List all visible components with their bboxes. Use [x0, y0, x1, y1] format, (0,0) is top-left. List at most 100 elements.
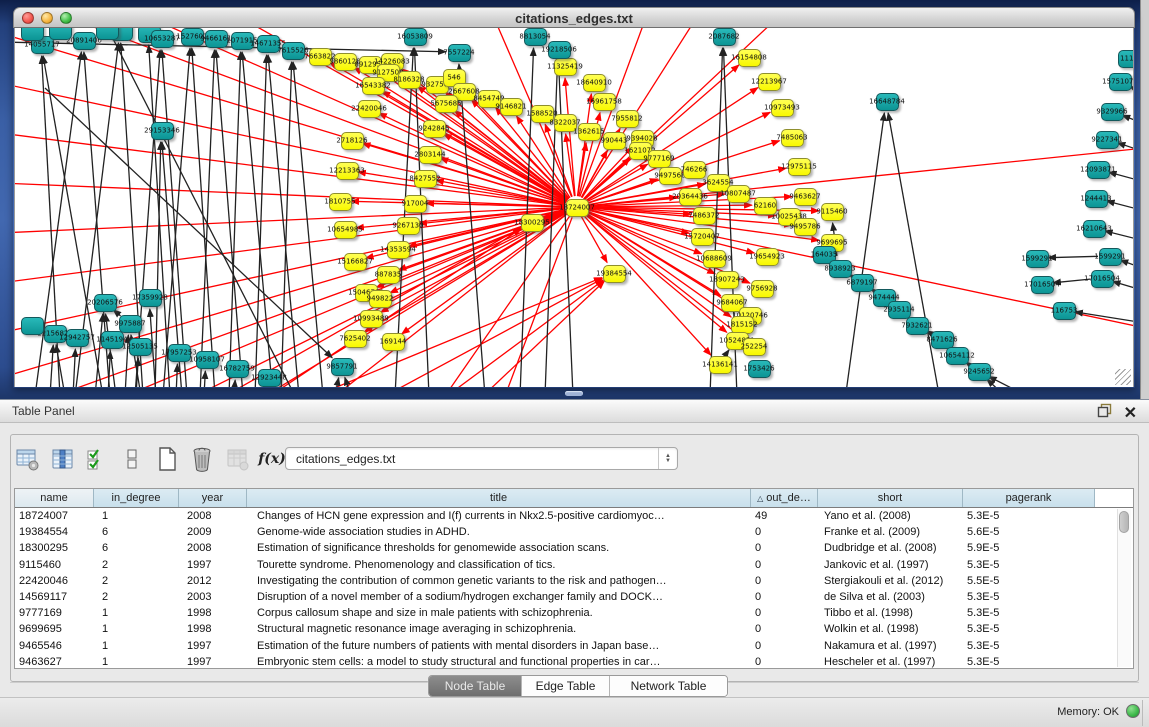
column-header-in_degree[interactable]: in_degree [94, 489, 179, 507]
network-node[interactable]: 18300295 [521, 214, 544, 232]
network-node[interactable]: 12923448 [258, 369, 281, 387]
network-node[interactable]: 7663822 [309, 48, 332, 66]
close-panel-icon[interactable]: ✕ [1124, 406, 1137, 421]
network-node[interactable]: 10958107 [196, 351, 219, 369]
network-node[interactable]: 10653287 [151, 30, 174, 48]
network-node[interactable]: 1753426 [748, 360, 771, 378]
network-node[interactable]: 7615526 [282, 42, 305, 60]
network-node[interactable] [21, 317, 44, 335]
network-node[interactable]: 12505135 [129, 338, 152, 356]
rows-icon[interactable] [119, 446, 145, 472]
network-node[interactable]: 16154808 [738, 49, 761, 67]
network-node[interactable]: 1145194 [101, 331, 124, 349]
column-header-year[interactable]: year [179, 489, 247, 507]
network-node[interactable]: 5675685 [435, 95, 458, 113]
network-node[interactable]: 18640910 [583, 74, 606, 92]
network-node[interactable]: 9857791 [331, 358, 354, 376]
network-node[interactable]: 19654923 [756, 248, 779, 266]
column-header-short[interactable]: short [818, 489, 963, 507]
network-node[interactable]: 10973493 [771, 99, 794, 117]
network-node[interactable]: 7625402 [344, 330, 367, 348]
network-node[interactable]: 16648784 [876, 93, 899, 111]
network-node[interactable]: 16053809 [404, 28, 427, 46]
table-row[interactable]: 1938455462009Genome-wide association stu… [15, 524, 1133, 540]
table-row[interactable]: 977716911998Corpus callosum shape and si… [15, 605, 1133, 621]
table-row[interactable]: 946554611997Estimation of the future num… [15, 638, 1133, 654]
network-node[interactable]: 12093871 [1087, 161, 1110, 179]
network-node[interactable]: 10654112 [946, 347, 969, 365]
network-node[interactable]: 9463627 [794, 188, 817, 206]
network-node[interactable]: 2718126 [341, 132, 364, 150]
network-node[interactable]: 9115460 [821, 203, 844, 221]
network-node[interactable]: 19384554 [603, 265, 626, 283]
resize-grip-icon[interactable] [1115, 369, 1131, 385]
network-node[interactable]: 12213967 [758, 73, 781, 91]
table-row[interactable]: 1872400712008Changes of HCN gene express… [15, 508, 1133, 524]
network-node[interactable]: 11325419 [554, 58, 577, 76]
table-row[interactable]: 1456911722003Disruption of a novel membe… [15, 589, 1133, 605]
network-node[interactable]: 949822 [369, 290, 392, 308]
network-node[interactable]: 7485063 [781, 129, 804, 147]
network-node[interactable]: 2803144 [419, 146, 442, 164]
table-column-icon[interactable] [49, 446, 75, 472]
network-node[interactable]: 9245652 [968, 363, 991, 381]
network-node[interactable]: 16210643 [1083, 220, 1106, 238]
network-node[interactable]: 10993489 [360, 310, 383, 328]
tab-node-table[interactable]: Node Table [429, 676, 522, 696]
network-node[interactable]: 14136141 [709, 356, 732, 374]
network-node[interactable]: 9466161 [205, 30, 228, 48]
network-node[interactable]: 15166827 [344, 253, 367, 271]
network-node[interactable]: 1599291 [1099, 248, 1122, 266]
network-node[interactable]: 14671355 [257, 35, 280, 53]
network-node[interactable]: 917004 [404, 195, 427, 213]
column-header-out_degree[interactable]: △out_de… [751, 489, 818, 507]
network-node[interactable]: 252254 [743, 338, 766, 356]
network-node[interactable] [21, 28, 44, 41]
network-node[interactable]: 17016504 [1091, 270, 1114, 288]
table-row[interactable]: 946362711997Embryonic stem cells: a mode… [15, 654, 1133, 668]
network-node[interactable]: 7557224 [448, 44, 471, 62]
network-node[interactable]: 14353594 [387, 241, 410, 259]
column-header-name[interactable]: name [15, 489, 94, 507]
network-node[interactable]: 20206576 [94, 294, 117, 312]
float-panel-icon[interactable] [1097, 403, 1112, 423]
network-node[interactable]: 10688609 [703, 250, 726, 268]
network-node[interactable]: 169144 [382, 333, 405, 351]
delete-icon[interactable] [189, 446, 215, 472]
network-node[interactable]: 17016504 [1031, 276, 1054, 294]
import-table-icon[interactable] [224, 446, 250, 472]
column-header-pagerank[interactable]: pagerank [963, 489, 1095, 507]
network-node[interactable]: 9242845 [423, 120, 446, 138]
network-node[interactable]: 9860128 [334, 53, 357, 71]
network-node[interactable]: 8938923 [829, 260, 852, 278]
network-node[interactable]: 9329966 [1101, 103, 1124, 121]
network-node[interactable]: 9777169 [648, 150, 671, 168]
network-node[interactable]: 20891406 [73, 32, 96, 50]
network-node[interactable]: 9227341 [1096, 131, 1119, 149]
network-node[interactable]: 22420046 [358, 100, 381, 118]
network-node[interactable]: 9146821 [500, 98, 523, 116]
network-node[interactable]: 2935114 [888, 301, 911, 319]
network-node[interactable]: 9267130 [397, 217, 420, 235]
network-node[interactable]: 19218506 [548, 41, 571, 59]
table-selector[interactable]: citations_edges.txt ▲▼ [285, 447, 678, 470]
select-checks-icon[interactable] [84, 446, 110, 472]
table-row[interactable]: 2242004622012Investigating the contribut… [15, 573, 1133, 589]
network-node[interactable]: 1362615 [578, 123, 601, 141]
network-node[interactable]: 12942757 [66, 329, 89, 347]
network-node[interactable]: 20364436 [679, 188, 702, 206]
network-node[interactable]: 7486372 [693, 207, 716, 225]
network-node[interactable]: 18724007 [566, 199, 589, 217]
network-node[interactable]: 29153346 [151, 122, 174, 140]
network-node[interactable] [96, 28, 119, 40]
network-node[interactable]: 7932621 [906, 317, 929, 335]
network-node[interactable]: 12975115 [788, 158, 811, 176]
network-node[interactable]: 12213363 [336, 162, 359, 180]
network-node[interactable]: 16543382 [362, 77, 385, 95]
network-node[interactable]: 17359928 [139, 289, 162, 307]
table-row[interactable]: 911546021997Tourette syndrome. Phenomeno… [15, 557, 1133, 573]
network-node[interactable]: 990443 [603, 132, 626, 150]
network-node[interactable]: 15751074 [1109, 73, 1132, 91]
network-node[interactable]: 16961758 [593, 93, 616, 111]
network-node[interactable]: 16782759 [226, 360, 249, 378]
